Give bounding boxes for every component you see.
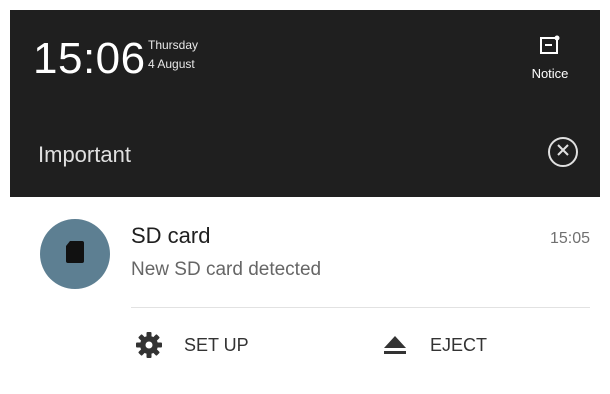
setup-button[interactable]: SET UP <box>134 327 249 363</box>
notification-title: SD card <box>131 223 211 248</box>
clock: 15:06 <box>33 34 146 83</box>
dismiss-all-button[interactable] <box>548 137 578 167</box>
eject-label: EJECT <box>430 334 488 355</box>
date: 4 August <box>148 57 195 71</box>
weekday: Thursday <box>148 38 199 52</box>
notification-card[interactable]: SD card 15:05 New SD card detected SET U… <box>10 197 600 388</box>
notification-body: New SD card detected <box>131 259 322 280</box>
divider <box>131 307 590 308</box>
close-icon <box>556 143 570 162</box>
eject-button[interactable]: EJECT <box>380 327 487 363</box>
eject-icon <box>380 330 410 360</box>
notification-time: 15:05 <box>549 230 590 247</box>
section-title: Important <box>38 142 131 167</box>
notification-shade: 15:06 Thursday 4 August Notice Important <box>10 10 600 388</box>
notice-button[interactable]: Notice <box>520 34 580 86</box>
sd-card-icon <box>64 239 86 270</box>
date-block: Thursday 4 August <box>148 36 198 74</box>
setup-label: SET UP <box>184 334 249 355</box>
notice-label: Notice <box>531 66 569 81</box>
avatar <box>40 219 110 289</box>
notice-icon <box>539 34 561 56</box>
gear-icon <box>134 330 164 360</box>
